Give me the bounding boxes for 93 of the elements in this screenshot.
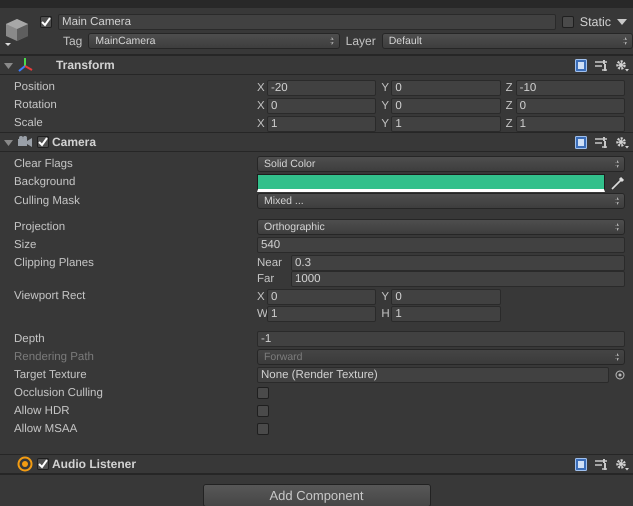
property-label: Occlusion Culling <box>13 386 104 401</box>
static-label: Static <box>580 15 611 29</box>
gear-icon[interactable] <box>615 136 629 148</box>
axis-label: Y <box>381 118 390 130</box>
layer-label: Layer <box>346 34 376 48</box>
updown-icon <box>330 37 334 45</box>
checkbox[interactable] <box>257 387 269 399</box>
enabled-checkbox[interactable] <box>37 136 49 148</box>
number-field[interactable]: 0 <box>267 288 376 304</box>
checkbox[interactable] <box>257 405 269 417</box>
updown-icon <box>623 37 628 45</box>
property-label: Position <box>13 80 56 95</box>
axis-label: H <box>381 308 391 320</box>
number-field[interactable]: -10 <box>516 80 625 96</box>
axis-label: Z <box>506 82 514 94</box>
sliders-icon[interactable] <box>595 136 607 148</box>
axis-label: X <box>257 118 266 130</box>
static-checkbox[interactable] <box>562 16 574 28</box>
axis-label: X <box>257 100 266 112</box>
checkbox[interactable] <box>257 423 269 435</box>
axis-label: Y <box>381 290 390 302</box>
component-title[interactable]: Transform <box>56 58 115 72</box>
help-book-icon[interactable] <box>575 58 587 72</box>
property-label: Background <box>13 175 76 190</box>
dropdown[interactable]: Mixed ... <box>257 193 625 209</box>
number-field[interactable]: 1 <box>267 116 376 132</box>
dropdown-arrow-icon[interactable] <box>617 18 627 26</box>
number-field[interactable]: 0.3 <box>291 255 625 271</box>
updown-icon <box>615 353 619 361</box>
target-circle-icon <box>17 456 33 472</box>
number-field[interactable]: -20 <box>267 80 376 96</box>
property-label: Culling Mask <box>13 194 81 209</box>
number-field[interactable]: 1 <box>391 306 501 322</box>
axis-label: W <box>257 308 267 320</box>
number-field[interactable]: 0 <box>516 98 625 114</box>
plane-label: Near <box>257 257 283 269</box>
axis-label: Z <box>506 100 514 112</box>
camera-icon <box>17 136 33 148</box>
property-label: Rendering Path <box>13 350 95 365</box>
property-label: Scale <box>13 116 44 131</box>
number-field[interactable]: 0 <box>391 98 501 114</box>
target-picker-icon[interactable] <box>615 370 625 380</box>
updown-icon <box>615 223 619 231</box>
component-title[interactable]: Camera <box>52 135 96 149</box>
property-label: Projection <box>13 220 66 235</box>
tag-dropdown[interactable]: MainCamera <box>88 33 340 49</box>
dropdown[interactable]: Orthographic <box>257 219 625 235</box>
tag-label: Tag <box>63 34 82 48</box>
object-field[interactable]: None (Render Texture) <box>257 367 609 383</box>
number-field[interactable]: -1 <box>257 331 625 347</box>
foldout-arrow-icon[interactable] <box>4 60 13 70</box>
active-checkbox[interactable] <box>40 16 52 28</box>
eyedropper-icon[interactable] <box>611 176 625 190</box>
property-label: Target Texture <box>13 368 88 383</box>
gear-icon[interactable] <box>615 458 629 470</box>
number-field[interactable]: 1 <box>267 306 376 322</box>
property-label: Depth <box>13 332 46 347</box>
layer-dropdown[interactable]: Default <box>382 33 633 49</box>
sliders-icon[interactable] <box>595 458 607 470</box>
axis-label: Z <box>506 118 514 130</box>
property-label: Rotation <box>13 98 58 113</box>
axis-label: X <box>257 82 266 94</box>
axes-icon <box>17 57 33 73</box>
property-label: Clipping Planes <box>13 256 95 271</box>
enabled-checkbox[interactable] <box>37 458 49 470</box>
component-title[interactable]: Audio Listener <box>52 457 136 471</box>
name-field[interactable]: Main Camera <box>58 14 556 30</box>
property-label: Clear Flags <box>13 157 74 172</box>
number-field[interactable]: 1 <box>516 116 625 132</box>
number-field[interactable]: 0 <box>391 288 501 304</box>
property-label: Size <box>13 238 38 253</box>
number-field[interactable]: 1 <box>391 116 501 132</box>
help-book-icon[interactable] <box>575 458 587 470</box>
property-label: Viewport Rect <box>13 289 86 304</box>
updown-icon <box>615 160 619 168</box>
number-field[interactable]: 540 <box>257 237 625 253</box>
help-book-icon[interactable] <box>575 136 587 148</box>
sliders-icon[interactable] <box>595 59 607 71</box>
foldout-arrow-icon[interactable] <box>4 138 13 146</box>
gear-icon[interactable] <box>615 58 629 72</box>
axis-label: Y <box>381 100 390 112</box>
axis-label: X <box>257 290 266 302</box>
add-component-button[interactable]: Add Component <box>202 484 430 506</box>
dropdown[interactable]: Solid Color <box>257 156 625 172</box>
property-label: Allow MSAA <box>13 422 78 437</box>
plane-label: Far <box>257 273 276 285</box>
number-field[interactable]: 0 <box>391 80 501 96</box>
number-field[interactable]: 0 <box>267 98 376 114</box>
updown-icon <box>615 197 619 205</box>
axis-label: Y <box>381 82 390 94</box>
property-label: Allow HDR <box>13 404 71 419</box>
color-swatch[interactable] <box>257 174 605 192</box>
number-field[interactable]: 1000 <box>291 271 625 287</box>
